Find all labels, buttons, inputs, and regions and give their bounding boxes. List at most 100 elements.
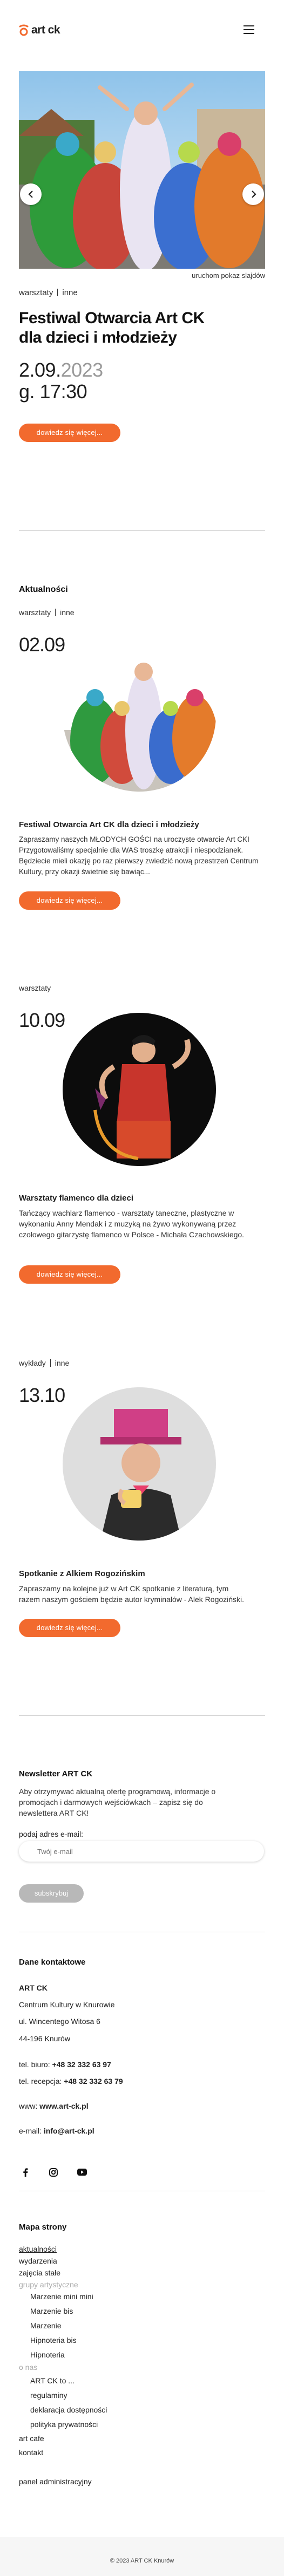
contact-phone-office-number[interactable]: +48 32 332 63 97	[52, 2060, 111, 2069]
contact-phone-office-label: tel. biuro:	[19, 2060, 52, 2069]
news-item-1-image[interactable]	[63, 638, 216, 792]
divider	[19, 530, 265, 531]
contact-phone-office: tel. biuro: +48 32 332 63 97	[19, 2060, 111, 2069]
hero-image	[19, 71, 265, 269]
news-item-3-more-button[interactable]: dowiedz się więcej...	[19, 1619, 120, 1637]
logo-text: art ck	[31, 24, 60, 36]
news-item-1-photo	[63, 638, 216, 792]
news-item-2-description: Tańczący wachlarz flamenco - warsztaty t…	[19, 1209, 245, 1239]
sitemap-link-hipnoteria-bis[interactable]: Hipnoteria bis	[30, 2336, 77, 2345]
hero-title-line-2: dla dzieci i młodzieży	[19, 329, 177, 346]
divider	[19, 1715, 265, 1716]
sitemap-link-hipnoteria[interactable]: Hipnoteria	[30, 2350, 65, 2359]
youtube-icon[interactable]	[77, 2169, 87, 2176]
sitemap-link-aktualnosci[interactable]: aktualności	[19, 2245, 57, 2253]
news-item-2-date: 10.09	[19, 1009, 65, 1031]
sitemap-link-marzenie[interactable]: Marzenie	[30, 2321, 62, 2330]
sitemap-link-marzenie-bis[interactable]: Marzenie bis	[30, 2307, 73, 2315]
newsletter-description: Aby otrzymywać aktualną ofertę programow…	[19, 1787, 216, 1817]
instagram-icon[interactable]	[49, 2168, 58, 2177]
chevron-right-icon	[252, 190, 256, 198]
category-separator	[55, 609, 56, 616]
newsletter-email-input[interactable]	[19, 1841, 264, 1862]
hero-title: Festiwal Otwarcia Art CK dla dzieci i mł…	[19, 309, 205, 347]
contact-email-link[interactable]: info@art-ck.pl	[44, 2127, 94, 2135]
category-separator	[57, 289, 58, 296]
hero-category-1[interactable]: warsztaty	[19, 288, 53, 297]
hero-date-year: 2023	[60, 359, 104, 381]
contact-address-line-3: 44-196 Knurów	[19, 2034, 70, 2043]
sitemap-group-grupy: grupy artystyczne	[19, 2280, 78, 2289]
contact-phone-reception: tel. recepcja: +48 32 332 63 79	[19, 2077, 123, 2086]
news-item-2-more-button[interactable]: dowiedz się więcej...	[19, 1265, 120, 1284]
news-item-2-title[interactable]: Warsztaty flamenco dla dzieci	[19, 1194, 133, 1203]
sitemap-link-kontakt[interactable]: kontakt	[19, 2448, 43, 2457]
news-item-3-date: 13.10	[19, 1384, 65, 1406]
sitemap-link-wydarzenia[interactable]: wydarzenia	[19, 2257, 57, 2265]
contact-www-label: www:	[19, 2102, 40, 2110]
hamburger-icon[interactable]	[244, 25, 254, 34]
hero-category-2[interactable]: inne	[62, 288, 77, 297]
contact-address-line-2: ul. Wincentego Witosa 6	[19, 2017, 100, 2026]
slide-next-button[interactable]	[242, 183, 264, 205]
hero-date-main: 2.09.	[19, 359, 61, 381]
footer: © 2023 ART CK Knurów	[0, 2537, 284, 2576]
news-item-3-description: Zapraszamy na kolejne już w Art CK spotk…	[19, 1584, 245, 1604]
news-item-3-photo	[63, 1387, 216, 1541]
social-links	[19, 2167, 94, 2178]
contact-email: e-mail: info@art-ck.pl	[19, 2127, 94, 2135]
contact-www-link[interactable]: www.art-ck.pl	[39, 2102, 89, 2110]
sitemap-group-o-nas: o nas	[19, 2363, 38, 2371]
news-item-1-categories: warsztaty inne	[19, 608, 75, 617]
news-item-1-more-button[interactable]: dowiedz się więcej...	[19, 891, 120, 910]
news-item-1-date: 02.09	[19, 633, 65, 656]
news-item-3-category-2[interactable]: inne	[55, 1359, 69, 1367]
chevron-left-icon	[28, 190, 33, 198]
hero-more-button[interactable]: dowiedz się więcej...	[19, 424, 120, 442]
news-item-3-title[interactable]: Spotkanie z Alkiem Rogozińskim	[19, 1569, 145, 1578]
news-item-1-title[interactable]: Festiwal Otwarcia Art CK dla dzieci i mł…	[19, 820, 199, 829]
contact-org: ART CK	[19, 1984, 48, 1992]
category-separator	[50, 1359, 51, 1367]
sitemap-link-deklaracja[interactable]: deklaracja dostępności	[30, 2405, 107, 2414]
hero-date: 2.09.2023	[19, 359, 103, 381]
news-item-2-photo	[63, 1013, 216, 1166]
news-item-3-category-1[interactable]: wykłady	[19, 1359, 46, 1367]
header: art ck	[0, 0, 284, 59]
sitemap-title: Mapa strony	[19, 2223, 67, 2232]
contact-www: www: www.art-ck.pl	[19, 2102, 89, 2110]
contact-phone-reception-number[interactable]: +48 32 332 63 79	[64, 2077, 123, 2086]
contact-title: Dane kontaktowe	[19, 1958, 86, 1967]
sitemap-link-marzenie-mini-mini[interactable]: Marzenie mini mini	[30, 2292, 93, 2301]
newsletter-email-label: podaj adres e-mail:	[19, 1830, 84, 1838]
news-item-3-image[interactable]	[63, 1387, 216, 1541]
contact-phone-reception-label: tel. recepcja:	[19, 2077, 64, 2086]
hero-slideshow[interactable]	[19, 71, 265, 269]
sitemap-link-panel[interactable]: panel administracyjny	[19, 2477, 92, 2486]
news-item-1-category-1[interactable]: warsztaty	[19, 608, 51, 617]
sitemap-link-art-cafe[interactable]: art cafe	[19, 2434, 44, 2443]
hero-title-line-1: Festiwal Otwarcia Art CK	[19, 309, 205, 327]
newsletter-submit-button[interactable]: subskrybuj	[19, 1884, 84, 1903]
contact-address-line-1: Centrum Kultury w Knurowie	[19, 2000, 115, 2009]
slide-prev-button[interactable]	[20, 183, 42, 205]
news-item-2-category-1[interactable]: warsztaty	[19, 984, 51, 992]
newsletter-title: Newsletter ART CK	[19, 1769, 93, 1778]
sitemap-link-zajecia[interactable]: zajęcia stałe	[19, 2268, 60, 2277]
news-item-2-categories: warsztaty	[19, 984, 51, 992]
news-item-2-image[interactable]	[63, 1013, 216, 1166]
hero-categories: warsztaty inne	[19, 288, 78, 297]
slideshow-start-link[interactable]: uruchom pokaz slajdów	[192, 271, 265, 280]
sitemap-link-art-ck-to[interactable]: ART CK to ...	[30, 2376, 75, 2385]
contact-email-label: e-mail:	[19, 2127, 44, 2135]
hero-time: g. 17:30	[19, 380, 87, 403]
logo-icon	[19, 24, 29, 36]
sitemap-link-polityka[interactable]: polityka prywatności	[30, 2420, 98, 2429]
news-section-title: Aktualności	[19, 585, 68, 594]
sitemap-link-regulaminy[interactable]: regulaminy	[30, 2391, 67, 2400]
facebook-icon[interactable]	[23, 2168, 28, 2177]
news-item-1-category-2[interactable]: inne	[60, 608, 74, 617]
footer-copyright: © 2023 ART CK Knurów	[110, 2558, 174, 2564]
news-item-1-description: Zapraszamy naszych MŁODYCH GOŚCI na uroc…	[19, 835, 259, 876]
news-item-3-categories: wykłady inne	[19, 1359, 69, 1367]
